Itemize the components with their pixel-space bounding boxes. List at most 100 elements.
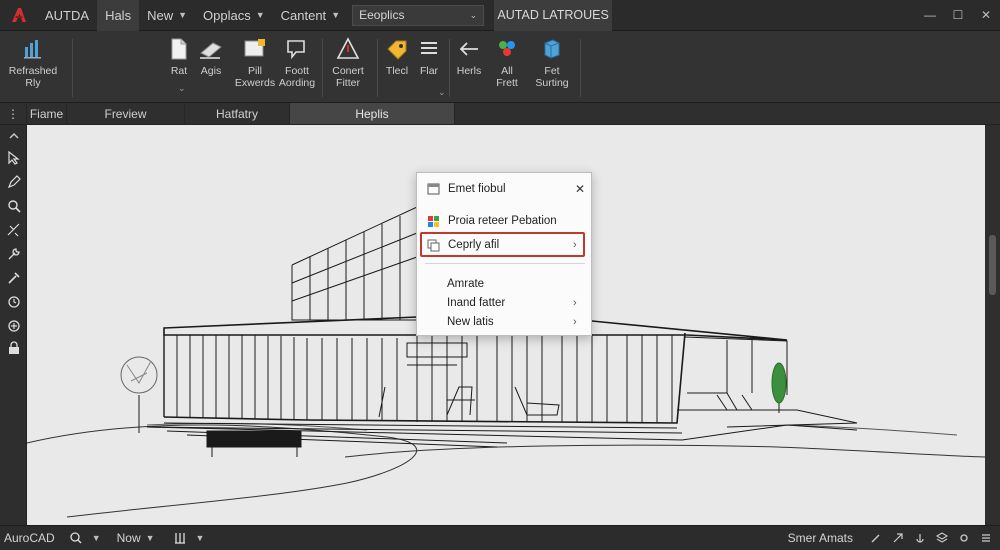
- tlecl-button[interactable]: Tlecl: [381, 37, 413, 77]
- chevron-down-icon: ▼: [145, 533, 155, 543]
- search-value: Eeoplics: [359, 8, 405, 22]
- menu-hals[interactable]: Hals: [97, 0, 140, 31]
- herls-button[interactable]: Herls: [452, 37, 486, 77]
- pencil-icon[interactable]: [3, 171, 24, 192]
- ribbon-label: Herls: [456, 65, 482, 77]
- grid-icon: [172, 530, 188, 546]
- ribbon-label: Flar: [419, 65, 439, 77]
- history-icon[interactable]: [3, 291, 24, 312]
- flar-button[interactable]: Flar: [414, 37, 444, 77]
- refreshed-button[interactable]: Refrashed Rly: [8, 37, 58, 89]
- chevron-down-icon: ▼: [331, 10, 341, 20]
- minimize-icon[interactable]: —: [916, 0, 944, 31]
- tab-fiame[interactable]: Fiame: [27, 103, 67, 124]
- triangle-warning-icon: [336, 37, 360, 59]
- chevron-down-icon: ▼: [195, 533, 205, 543]
- ribbon-label: Refrashed Rly: [8, 65, 58, 89]
- menu-separator: [425, 263, 585, 264]
- menu-label: Cantent: [280, 7, 327, 23]
- rat-button[interactable]: Rat: [166, 37, 192, 77]
- close-icon[interactable]: ✕: [575, 182, 589, 196]
- brush-icon[interactable]: [3, 267, 24, 288]
- ribbon-label: Tlecl: [385, 65, 409, 77]
- menu-label: New: [147, 7, 174, 23]
- dimension-icon[interactable]: [3, 219, 24, 240]
- conert-filter-button[interactable]: Conert Fitter: [326, 37, 370, 89]
- menu-new[interactable]: New ▼: [139, 0, 195, 31]
- tab-freview[interactable]: Freview: [67, 103, 185, 124]
- ribbon-separator: [449, 39, 450, 97]
- settings-icon[interactable]: [3, 315, 24, 336]
- menu-item-proia[interactable]: Proia reteer Pebation: [417, 210, 593, 232]
- context-menu: Emet fiobul ✕ Proia reteer Pebation Cepr…: [416, 172, 592, 336]
- autocad-logo-icon[interactable]: [7, 3, 31, 27]
- document-icon: [171, 38, 187, 60]
- ribbon-separator: [322, 39, 323, 97]
- pen-icon[interactable]: [868, 530, 884, 546]
- cube-icon: [544, 39, 560, 59]
- dropdown-arrow-icon[interactable]: ⌄: [178, 83, 186, 94]
- search-dropdown[interactable]: Eeoplics ⌄: [352, 4, 485, 26]
- now-dropdown[interactable]: Now ▼: [112, 526, 160, 550]
- now-label: Now: [116, 531, 141, 545]
- ribbon-label: Foott Aording: [278, 65, 316, 89]
- grid-dropdown[interactable]: ▼: [164, 526, 210, 550]
- title-bar: AUTDA Hals New ▼ Opplacs ▼ Cantent ▼ Eeopli…: [0, 0, 1000, 31]
- file-tabs: ⋮ Fiame Freview Hatfatry Heplis: [0, 103, 1000, 125]
- menu-item-label: New latis: [447, 316, 494, 328]
- select-icon[interactable]: [3, 147, 24, 168]
- ribbon: Refrashed Rly Rat Agis Pill Exwerds Foot…: [0, 31, 1000, 103]
- model-dropdown[interactable]: ▼: [60, 526, 106, 550]
- agis-button[interactable]: Agis: [193, 37, 229, 77]
- all-frett-button[interactable]: All Frett: [490, 37, 524, 89]
- close-icon[interactable]: ✕: [972, 0, 1000, 31]
- palette-icon: [499, 41, 515, 56]
- menu-item-new-latis[interactable]: New latis ›: [417, 311, 593, 333]
- menu-label: Hals: [105, 7, 132, 23]
- pill-button[interactable]: Pill Exwerds: [233, 37, 277, 89]
- gear-icon[interactable]: [956, 530, 972, 546]
- snap-icon: [68, 530, 84, 546]
- bar-graph-icon: [24, 40, 41, 59]
- scroll-thumb[interactable]: [989, 235, 996, 295]
- menu-label: Opplacs: [203, 7, 251, 23]
- ribbon-label: All Frett: [496, 65, 518, 89]
- ribbon-label: Fet Surting: [535, 65, 569, 89]
- anchor-icon[interactable]: [912, 530, 928, 546]
- menu-icon[interactable]: [978, 530, 994, 546]
- menu-item-label: Emet fiobul: [448, 183, 506, 195]
- eraser-icon: [200, 42, 222, 59]
- menu-item-emet[interactable]: Emet fiobul ✕: [417, 178, 593, 200]
- wrench-icon[interactable]: [3, 243, 24, 264]
- dropdown-arrow-icon[interactable]: ⌄: [438, 87, 446, 98]
- menu-cantent[interactable]: Cantent ▼: [273, 0, 348, 31]
- vertical-scrollbar[interactable]: [985, 125, 1000, 525]
- chevron-down-icon: ▼: [255, 10, 265, 20]
- chevron-right-icon: ›: [573, 316, 577, 328]
- lock-icon[interactable]: [3, 337, 24, 358]
- ribbon-label: Conert Fitter: [332, 65, 364, 89]
- fet-surting-button[interactable]: Fet Surting: [530, 37, 574, 89]
- arrow-icon[interactable]: [890, 530, 906, 546]
- app-name: AUTDA: [45, 7, 90, 23]
- tabs-menu-icon[interactable]: ⋮: [0, 103, 27, 124]
- window-icon: [426, 182, 440, 196]
- app-label[interactable]: AuroCAD: [0, 526, 60, 550]
- tab-hatfatry[interactable]: Hatfatry: [185, 103, 290, 124]
- tab-heplis[interactable]: Heplis: [290, 103, 455, 124]
- callout-icon: [287, 40, 305, 60]
- menu-item-label: Inand fatter: [447, 297, 506, 309]
- selection-highlight: [420, 232, 585, 257]
- layers-icon[interactable]: [934, 530, 950, 546]
- chevron-up-icon[interactable]: [3, 125, 24, 146]
- workspace-tab[interactable]: AUTAD LATROUES: [494, 0, 613, 31]
- foott-button[interactable]: Foott Aording: [276, 37, 318, 89]
- search-icon[interactable]: [3, 195, 24, 216]
- maximize-icon[interactable]: ☐: [944, 0, 972, 31]
- list-icon: [421, 42, 437, 54]
- status-right: Smer Amats: [788, 526, 1000, 550]
- arrow-left-icon: [459, 42, 478, 56]
- menu-opplacs[interactable]: Opplacs ▼: [195, 0, 273, 31]
- chevron-right-icon: ›: [573, 297, 577, 309]
- ribbon-separator: [72, 39, 73, 97]
